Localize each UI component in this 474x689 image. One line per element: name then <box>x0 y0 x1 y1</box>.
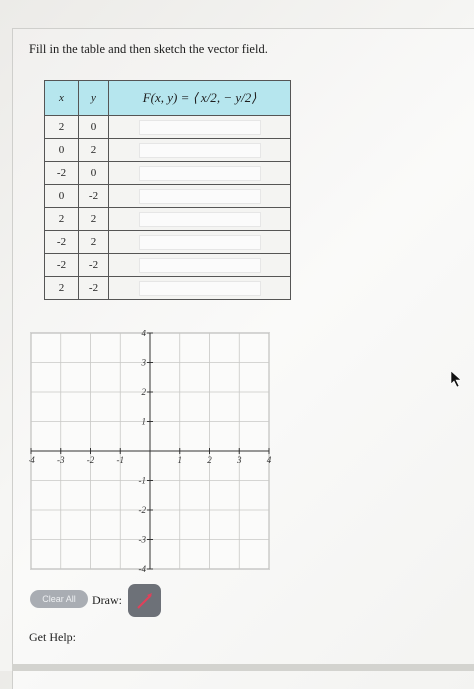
bottom-bar <box>12 664 474 671</box>
cell-y: 2 <box>78 138 109 162</box>
header-x: x <box>44 80 79 116</box>
table-row: -2 -2 <box>44 253 291 277</box>
header-f-component-2: − y/2 <box>223 90 252 105</box>
x-tick-label: 1 <box>178 455 183 465</box>
x-tick-label: 3 <box>236 455 242 465</box>
table-header-row: x y F(x, y) = ⟨ x/2, − y/2⟩ <box>44 80 291 116</box>
y-tick-label: -2 <box>139 505 147 515</box>
table-row: 0 -2 <box>44 184 291 208</box>
answer-input[interactable] <box>138 165 261 181</box>
cell-x: 2 <box>44 276 79 300</box>
clear-all-button[interactable]: Clear All <box>30 590 88 608</box>
y-tick-label: 4 <box>142 330 147 338</box>
question-prompt: Fill in the table and then sketch the ve… <box>29 42 268 56</box>
draw-arrow-tool-button[interactable] <box>128 584 161 617</box>
cell-answer <box>108 230 291 254</box>
x-tick-label: -3 <box>57 455 65 465</box>
table-row: -2 2 <box>44 230 291 254</box>
header-f-component-1: x/2 <box>200 90 217 105</box>
x-tick-label: -1 <box>117 455 125 465</box>
table-row: 2 -2 <box>44 276 291 300</box>
table-row: 22 <box>44 207 291 231</box>
cell-y: 2 <box>78 207 109 231</box>
cell-x: 0 <box>44 184 79 208</box>
cell-y: 0 <box>78 115 109 139</box>
answer-input[interactable] <box>138 188 261 204</box>
get-help-label: Get Help: <box>29 630 76 644</box>
cell-x: 2 <box>44 207 79 231</box>
header-vector-field: F(x, y) = ⟨ x/2, − y/2⟩ <box>108 80 291 116</box>
table-row: 02 <box>44 138 291 162</box>
cell-x: 0 <box>44 138 79 162</box>
cell-y: -2 <box>78 253 109 277</box>
answer-input[interactable] <box>138 280 261 296</box>
answer-input[interactable] <box>138 211 261 227</box>
x-tick-label: -2 <box>87 455 95 465</box>
x-tick-label: 4 <box>267 455 272 465</box>
answer-input[interactable] <box>138 142 261 158</box>
header-f-prefix: F(x, y) = ⟨ <box>142 90 198 105</box>
cell-x: -2 <box>44 230 79 254</box>
cell-y: 0 <box>78 161 109 185</box>
cell-y: -2 <box>78 276 109 300</box>
cell-answer <box>108 138 291 162</box>
vector-field-graph[interactable]: -4 -3 -2 -1 1 2 3 4 4 3 2 1 -1 -2 -3 -4 <box>29 330 273 572</box>
header-f-suffix: ⟩ <box>251 90 257 105</box>
cell-x: 2 <box>44 115 79 139</box>
cell-answer <box>108 276 291 300</box>
x-tick-label: 2 <box>207 455 212 465</box>
y-tick-label: 1 <box>142 417 147 427</box>
y-tick-label: 3 <box>141 358 147 368</box>
cell-answer <box>108 161 291 185</box>
mouse-pointer-icon <box>450 370 462 388</box>
vector-field-table: x y F(x, y) = ⟨ x/2, − y/2⟩ 2 0 0 2 -2 0 0 -2 2 2… <box>44 80 291 300</box>
header-f-comma: , <box>216 90 221 105</box>
header-y: y <box>78 80 109 116</box>
cell-answer <box>108 184 291 208</box>
cell-answer <box>108 207 291 231</box>
answer-input[interactable] <box>138 234 261 250</box>
table-row: 20 <box>44 115 291 139</box>
cell-answer <box>108 253 291 277</box>
cell-answer <box>108 115 291 139</box>
answer-input[interactable] <box>138 119 261 135</box>
table-row: -2 0 <box>44 161 291 185</box>
answer-input[interactable] <box>138 257 261 273</box>
y-tick-label: -3 <box>139 535 147 545</box>
draw-label: Draw: <box>92 593 122 607</box>
y-tick-label: 2 <box>142 387 147 397</box>
cell-y: 2 <box>78 230 109 254</box>
arrow-pen-icon <box>136 592 152 609</box>
cell-x: -2 <box>44 253 79 277</box>
y-tick-label: -1 <box>139 476 147 486</box>
cell-x: -2 <box>44 161 79 185</box>
x-tick-label: -4 <box>29 455 35 465</box>
cell-y: -2 <box>78 184 109 208</box>
y-tick-label: -4 <box>139 564 147 572</box>
